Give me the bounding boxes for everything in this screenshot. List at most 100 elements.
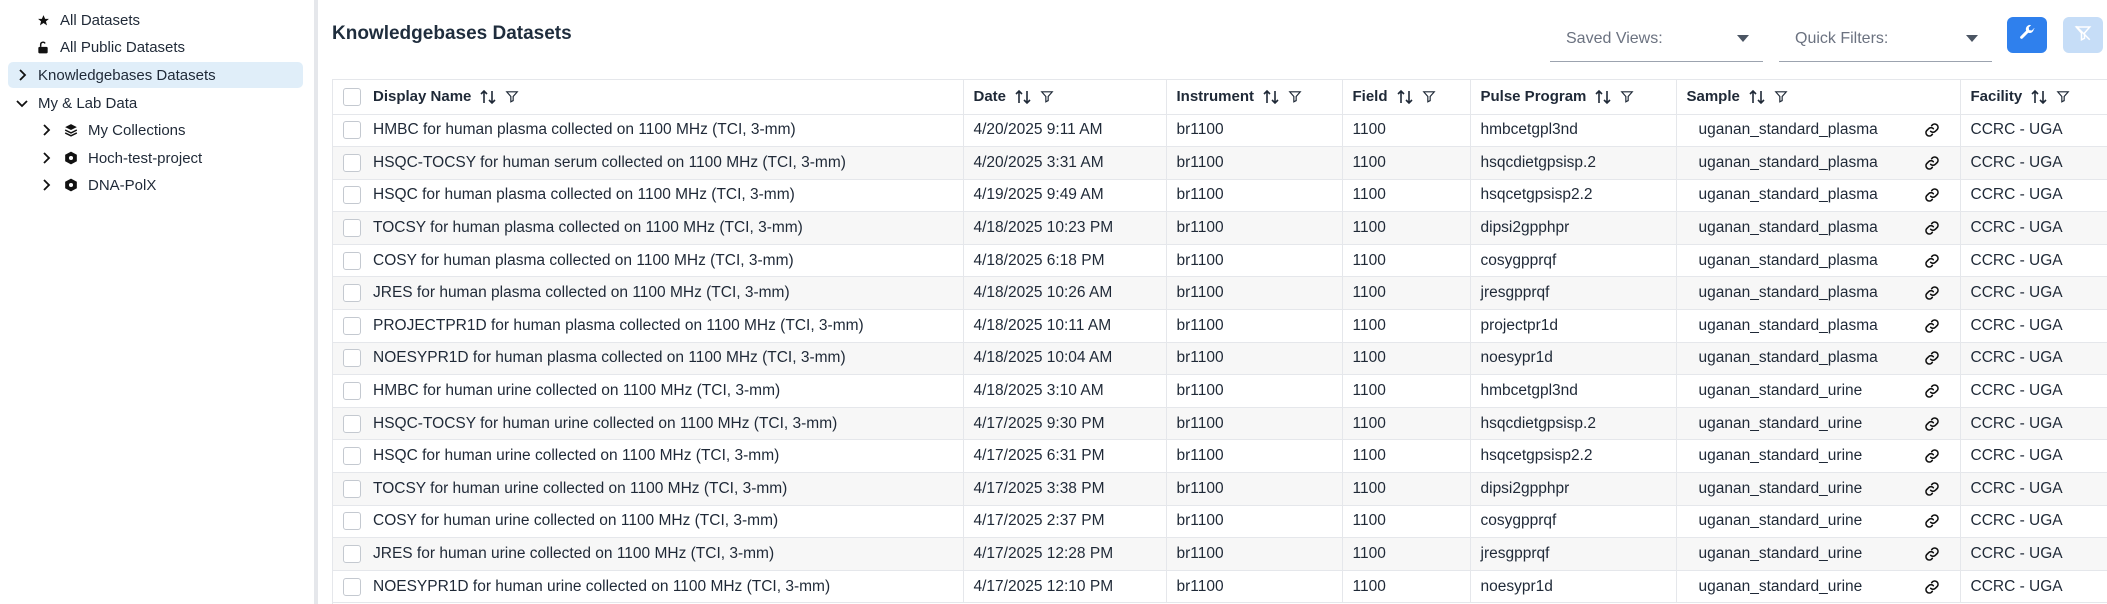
quick-filters-select[interactable]: Quick Filters:	[1779, 16, 1992, 62]
link-icon[interactable]	[1924, 220, 1940, 236]
row-checkbox[interactable]	[343, 121, 361, 140]
table-row[interactable]: PROJECTPR1D for human plasma collected o…	[333, 309, 2107, 343]
column-header-sample[interactable]: Sample	[1676, 80, 1961, 115]
column-header-display-name[interactable]: Display Name	[333, 80, 964, 115]
sort-icon[interactable]	[1014, 89, 1032, 105]
sidebar-item-dna-polx[interactable]: DNA-PolX	[38, 172, 156, 198]
row-checkbox[interactable]	[343, 382, 361, 401]
row-checkbox[interactable]	[343, 349, 361, 368]
sidebar-item-my-lab-data[interactable]: My & Lab Data	[14, 90, 137, 116]
sidebar-item-hoch-test-project[interactable]: Hoch-test-project	[38, 145, 202, 171]
link-icon[interactable]	[1924, 481, 1940, 497]
link-icon[interactable]	[1924, 416, 1940, 432]
display-name-cell[interactable]: HSQC-TOCSY for human serum collected on …	[333, 146, 964, 180]
filter-icon[interactable]	[1774, 89, 1788, 104]
saved-views-select[interactable]: Saved Views:	[1550, 16, 1763, 62]
display-name-cell[interactable]: PROJECTPR1D for human plasma collected o…	[333, 309, 964, 343]
display-name-cell[interactable]: COSY for human urine collected on 1100 M…	[333, 505, 964, 539]
row-checkbox[interactable]	[343, 479, 361, 498]
chevron-right-icon[interactable]	[14, 67, 30, 83]
column-header-pulse-program[interactable]: Pulse Program	[1470, 80, 1677, 115]
sort-icon[interactable]	[2030, 89, 2048, 105]
display-name-cell[interactable]: TOCSY for human urine collected on 1100 …	[333, 472, 964, 506]
date-cell: 4/17/2025 3:38 PM	[963, 472, 1167, 506]
select-all-checkbox[interactable]	[343, 87, 361, 106]
filter-icon[interactable]	[1040, 89, 1054, 104]
table-row[interactable]: HSQC-TOCSY for human serum collected on …	[333, 146, 2107, 180]
row-checkbox[interactable]	[343, 186, 361, 205]
row-checkbox[interactable]	[343, 414, 361, 433]
sidebar-item-all-public-datasets[interactable]: All Public Datasets	[34, 34, 185, 60]
row-checkbox[interactable]	[343, 512, 361, 531]
sort-icon[interactable]	[1396, 89, 1414, 105]
link-icon[interactable]	[1924, 513, 1940, 529]
row-checkbox[interactable]	[343, 577, 361, 596]
table-row[interactable]: HMBC for human urine collected on 1100 M…	[333, 374, 2107, 408]
clear-filter-button[interactable]	[2063, 17, 2103, 53]
display-name-cell[interactable]: JRES for human urine collected on 1100 M…	[333, 537, 964, 571]
row-checkbox[interactable]	[343, 316, 361, 335]
link-icon[interactable]	[1924, 253, 1940, 269]
link-icon[interactable]	[1924, 579, 1940, 595]
table-row[interactable]: HSQC-TOCSY for human urine collected on …	[333, 407, 2107, 441]
link-icon[interactable]	[1924, 122, 1940, 138]
row-checkbox[interactable]	[343, 447, 361, 466]
sidebar-item-knowledgebases-datasets[interactable]: Knowledgebases Datasets	[8, 62, 303, 88]
display-name-cell[interactable]: NOESYPR1D for human urine collected on 1…	[333, 570, 964, 604]
settings-button[interactable]	[2007, 17, 2047, 53]
link-icon[interactable]	[1924, 350, 1940, 366]
filter-icon[interactable]	[505, 89, 519, 104]
column-header-field[interactable]: Field	[1342, 80, 1471, 115]
display-name-cell[interactable]: HMBC for human urine collected on 1100 M…	[333, 374, 964, 408]
display-name-cell[interactable]: JRES for human plasma collected on 1100 …	[333, 276, 964, 311]
filter-icon[interactable]	[1288, 89, 1302, 104]
column-header-date[interactable]: Date	[963, 80, 1167, 115]
link-icon[interactable]	[1924, 285, 1940, 301]
link-icon[interactable]	[1924, 187, 1940, 203]
sidebar-item-all-datasets[interactable]: All Datasets	[34, 7, 140, 33]
column-header-facility[interactable]: Facility	[1960, 80, 2107, 115]
column-header-instrument[interactable]: Instrument	[1166, 80, 1343, 115]
display-name-cell[interactable]: TOCSY for human plasma collected on 1100…	[333, 211, 964, 245]
link-icon[interactable]	[1924, 155, 1940, 171]
display-name-cell[interactable]: HSQC-TOCSY for human urine collected on …	[333, 407, 964, 441]
filter-icon[interactable]	[1421, 89, 1436, 104]
display-name-cell[interactable]: HSQC for human plasma collected on 1100 …	[333, 179, 964, 213]
chevron-right-icon[interactable]	[38, 122, 54, 138]
table-row[interactable]: TOCSY for human plasma collected on 1100…	[333, 211, 2107, 245]
sidebar-item-my-collections[interactable]: My Collections	[38, 117, 186, 143]
table-row[interactable]: HSQC for human plasma collected on 1100 …	[333, 179, 2107, 213]
caret-down-icon	[1966, 35, 1978, 42]
row-checkbox[interactable]	[343, 219, 361, 238]
table-row[interactable]: NOESYPR1D for human urine collected on 1…	[333, 570, 2107, 604]
table-row[interactable]: COSY for human urine collected on 1100 M…	[333, 505, 2107, 539]
chevron-right-icon[interactable]	[38, 150, 54, 166]
link-icon[interactable]	[1924, 546, 1940, 562]
sort-icon[interactable]	[1748, 89, 1766, 105]
row-checkbox[interactable]	[343, 251, 361, 270]
display-name-cell[interactable]: NOESYPR1D for human plasma collected on …	[333, 342, 964, 376]
table-row[interactable]: COSY for human plasma collected on 1100 …	[333, 244, 2107, 278]
link-icon[interactable]	[1924, 383, 1940, 399]
table-row[interactable]: TOCSY for human urine collected on 1100 …	[333, 472, 2107, 506]
table-row[interactable]: JRES for human urine collected on 1100 M…	[333, 537, 2107, 571]
row-checkbox[interactable]	[343, 284, 361, 303]
chevron-down-icon[interactable]	[14, 95, 30, 111]
link-icon[interactable]	[1924, 318, 1940, 334]
chevron-right-icon[interactable]	[38, 177, 54, 193]
sort-icon[interactable]	[1594, 89, 1612, 105]
table-row[interactable]: HMBC for human plasma collected on 1100 …	[333, 114, 2107, 148]
sort-icon[interactable]	[479, 89, 497, 105]
sort-icon[interactable]	[1262, 89, 1280, 105]
table-row[interactable]: HSQC for human urine collected on 1100 M…	[333, 439, 2107, 474]
display-name-cell[interactable]: HSQC for human urine collected on 1100 M…	[333, 439, 964, 474]
table-row[interactable]: NOESYPR1D for human plasma collected on …	[333, 342, 2107, 376]
filter-icon[interactable]	[2056, 89, 2070, 104]
row-checkbox[interactable]	[343, 153, 361, 172]
display-name-cell[interactable]: COSY for human plasma collected on 1100 …	[333, 244, 964, 278]
table-row[interactable]: JRES for human plasma collected on 1100 …	[333, 276, 2107, 311]
row-checkbox[interactable]	[343, 545, 361, 564]
display-name-cell[interactable]: HMBC for human plasma collected on 1100 …	[333, 114, 964, 148]
link-icon[interactable]	[1924, 448, 1940, 464]
filter-icon[interactable]	[1620, 89, 1634, 104]
